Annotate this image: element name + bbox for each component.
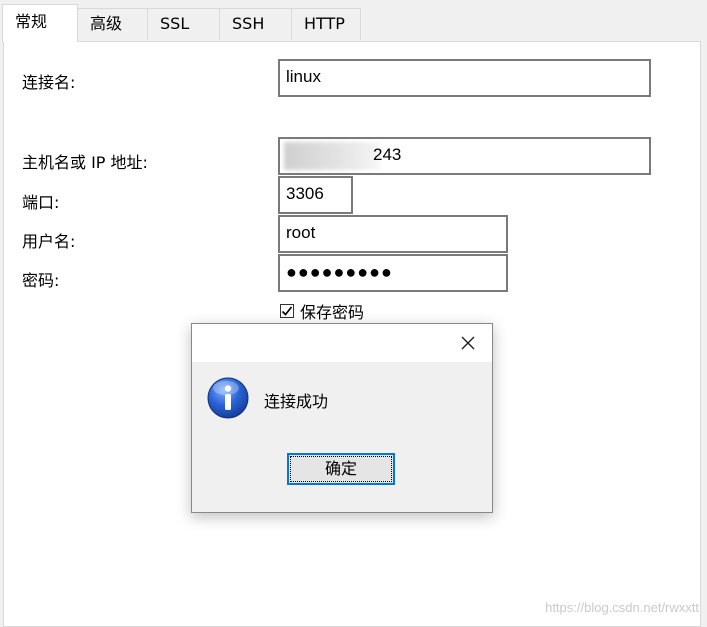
password-input[interactable]: ●●●●●●●●● (278, 254, 508, 292)
host-visible-suffix: 243 (373, 145, 402, 164)
redacted-host-mask (284, 142, 380, 170)
save-password-label: 保存密码 (300, 303, 365, 322)
info-icon (206, 376, 250, 420)
connection-name-label: 连接名: (22, 73, 76, 92)
check-icon (281, 306, 293, 316)
dialog-titlebar (192, 324, 492, 362)
username-label: 用户名: (22, 232, 76, 251)
port-input[interactable]: 3306 (278, 176, 353, 214)
password-label: 密码: (22, 271, 60, 290)
host-input[interactable]: 243 (278, 137, 651, 175)
connection-success-dialog: 连接成功 确定 (191, 323, 493, 513)
tab-ssl[interactable]: SSL (147, 8, 220, 40)
tab-ssh[interactable]: SSH (219, 8, 292, 40)
tab-general[interactable]: 常规 (2, 4, 78, 42)
save-password-checkbox[interactable] (280, 304, 294, 318)
connection-properties-window: 常规 高级 SSL SSH HTTP 连接名: linux 主机名或 IP 地址… (0, 0, 707, 627)
save-password-row[interactable]: 保存密码 (280, 300, 364, 322)
connection-name-input[interactable]: linux (278, 59, 651, 97)
host-label: 主机名或 IP 地址: (22, 153, 148, 172)
close-icon[interactable] (458, 333, 478, 353)
dialog-message: 连接成功 (264, 392, 329, 411)
watermark: https://blog.csdn.net/rwxxtt (545, 600, 699, 615)
ok-button[interactable]: 确定 (287, 453, 395, 485)
tab-bar: 常规 高级 SSL SSH HTTP (0, 0, 707, 42)
tab-http[interactable]: HTTP (291, 8, 361, 40)
port-label: 端口: (22, 193, 60, 212)
tab-advanced[interactable]: 高级 (77, 8, 148, 40)
username-input[interactable]: root (278, 215, 508, 253)
